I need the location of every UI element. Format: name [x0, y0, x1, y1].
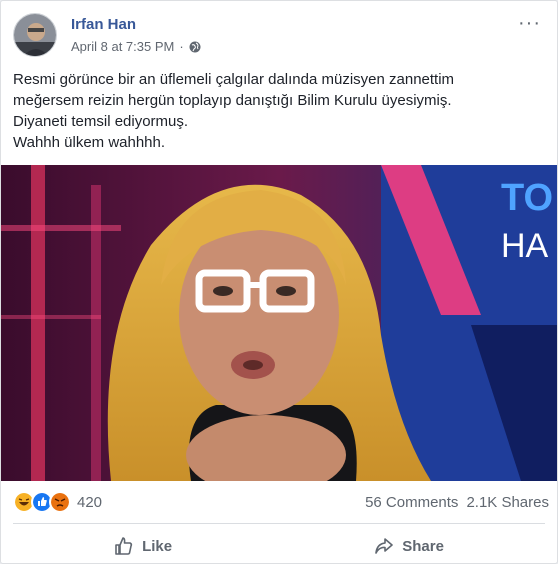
- thumbs-up-icon: [115, 537, 133, 555]
- post-header: Irfan Han April 8 at 7:35 PM · ···: [13, 13, 545, 57]
- author-name[interactable]: Irfan Han: [71, 16, 136, 33]
- post-text: Resmi görünce bir an üflemeli çalgılar d…: [13, 69, 543, 153]
- share-button[interactable]: Share: [358, 532, 460, 560]
- share-label: Share: [402, 537, 444, 555]
- post-text-line: Wahhh ülkem wahhhh.: [13, 134, 166, 151]
- post-stats: 420 56 Comments 2.1K Shares: [13, 490, 549, 514]
- post-text-line: Resmi görünce bir an üflemeli çalgılar d…: [13, 71, 455, 88]
- post-text-line: Diyaneti temsil ediyormuş.: [13, 113, 189, 130]
- reaction-count: 420: [77, 493, 103, 511]
- globe-icon[interactable]: [189, 41, 201, 53]
- actions-divider: [13, 523, 545, 524]
- shares-count-link[interactable]: 2.1K Shares: [466, 494, 549, 511]
- image-overlay-text: TO: [501, 177, 553, 219]
- more-options-button[interactable]: ···: [518, 13, 541, 33]
- meta-separator: ·: [179, 39, 184, 54]
- post-meta: April 8 at 7:35 PM ·: [71, 39, 201, 54]
- comments-count-link[interactable]: 56 Comments: [365, 494, 458, 511]
- author-avatar[interactable]: [13, 13, 57, 57]
- post-actions: Like Share: [13, 529, 545, 563]
- like-button[interactable]: Like: [98, 532, 188, 560]
- post-timestamp[interactable]: April 8 at 7:35 PM: [71, 39, 174, 54]
- post-card: Irfan Han April 8 at 7:35 PM · ··· Resmi…: [0, 0, 558, 564]
- like-label: Like: [142, 537, 173, 555]
- reactions-summary[interactable]: 420: [13, 491, 102, 513]
- post-text-line: meğersem reizin hergün toplayıp danıştığ…: [13, 92, 452, 109]
- engagement-counts: 56 Comments 2.1K Shares: [365, 494, 549, 511]
- post-photo[interactable]: TO HA: [1, 165, 557, 481]
- share-arrow-icon: [375, 538, 394, 554]
- image-overlay-text: HA: [501, 227, 549, 265]
- angry-icon: [49, 491, 71, 513]
